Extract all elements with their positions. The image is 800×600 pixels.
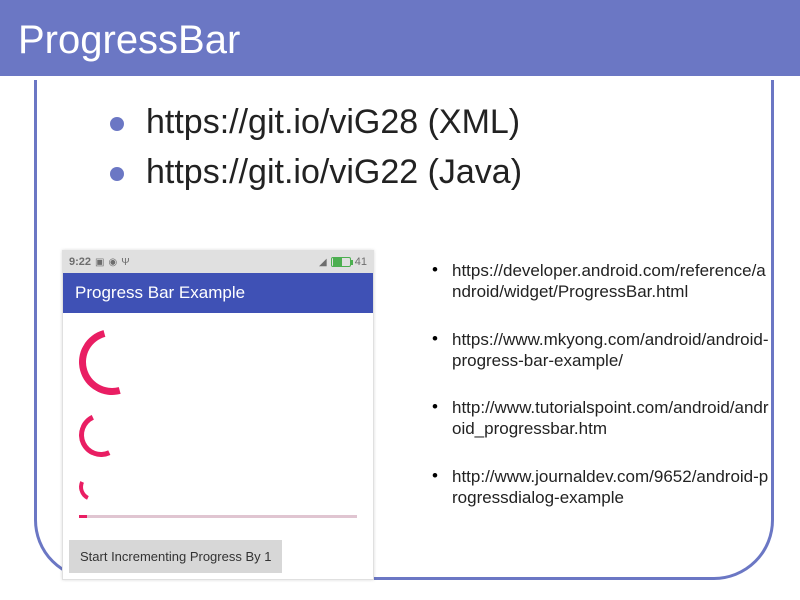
list-item: https://www.mkyong.com/android/android-p… — [430, 329, 770, 372]
reference-list: https://developer.android.com/reference/… — [430, 260, 770, 534]
status-time: 9:22 — [69, 256, 91, 268]
start-incrementing-button[interactable]: Start Incrementing Progress By 1 — [69, 540, 282, 573]
list-item: https://git.io/viG28 (XML) — [110, 100, 750, 146]
signal-icon: ◢ — [319, 257, 327, 268]
camera-icon: ◉ — [108, 257, 117, 268]
image-icon: ▣ — [95, 257, 104, 268]
app-bar-title: Progress Bar Example — [63, 273, 373, 313]
usb-icon: Ψ — [121, 257, 129, 268]
horizontal-progress-bar — [79, 515, 357, 518]
circular-progress-medium-icon — [73, 407, 129, 463]
slide-title: ProgressBar — [0, 0, 800, 80]
list-item: https://git.io/viG22 (Java) — [110, 150, 750, 196]
list-item: http://www.journaldev.com/9652/android-p… — [430, 466, 770, 509]
battery-pct: 41 — [355, 256, 367, 268]
phone-screenshot: 9:22 ▣ ◉ Ψ ◢ 41 Progress Bar Example Sta… — [62, 250, 374, 580]
list-item: http://www.tutorialspoint.com/android/an… — [430, 397, 770, 440]
battery-icon — [331, 257, 351, 267]
spinner-area — [63, 313, 373, 526]
circular-progress-small-icon — [75, 469, 111, 505]
status-bar: 9:22 ▣ ◉ Ψ ◢ 41 — [63, 251, 373, 273]
circular-progress-large-icon — [67, 317, 157, 407]
main-link-list: https://git.io/viG28 (XML) https://git.i… — [110, 100, 750, 200]
list-item: https://developer.android.com/reference/… — [430, 260, 770, 303]
